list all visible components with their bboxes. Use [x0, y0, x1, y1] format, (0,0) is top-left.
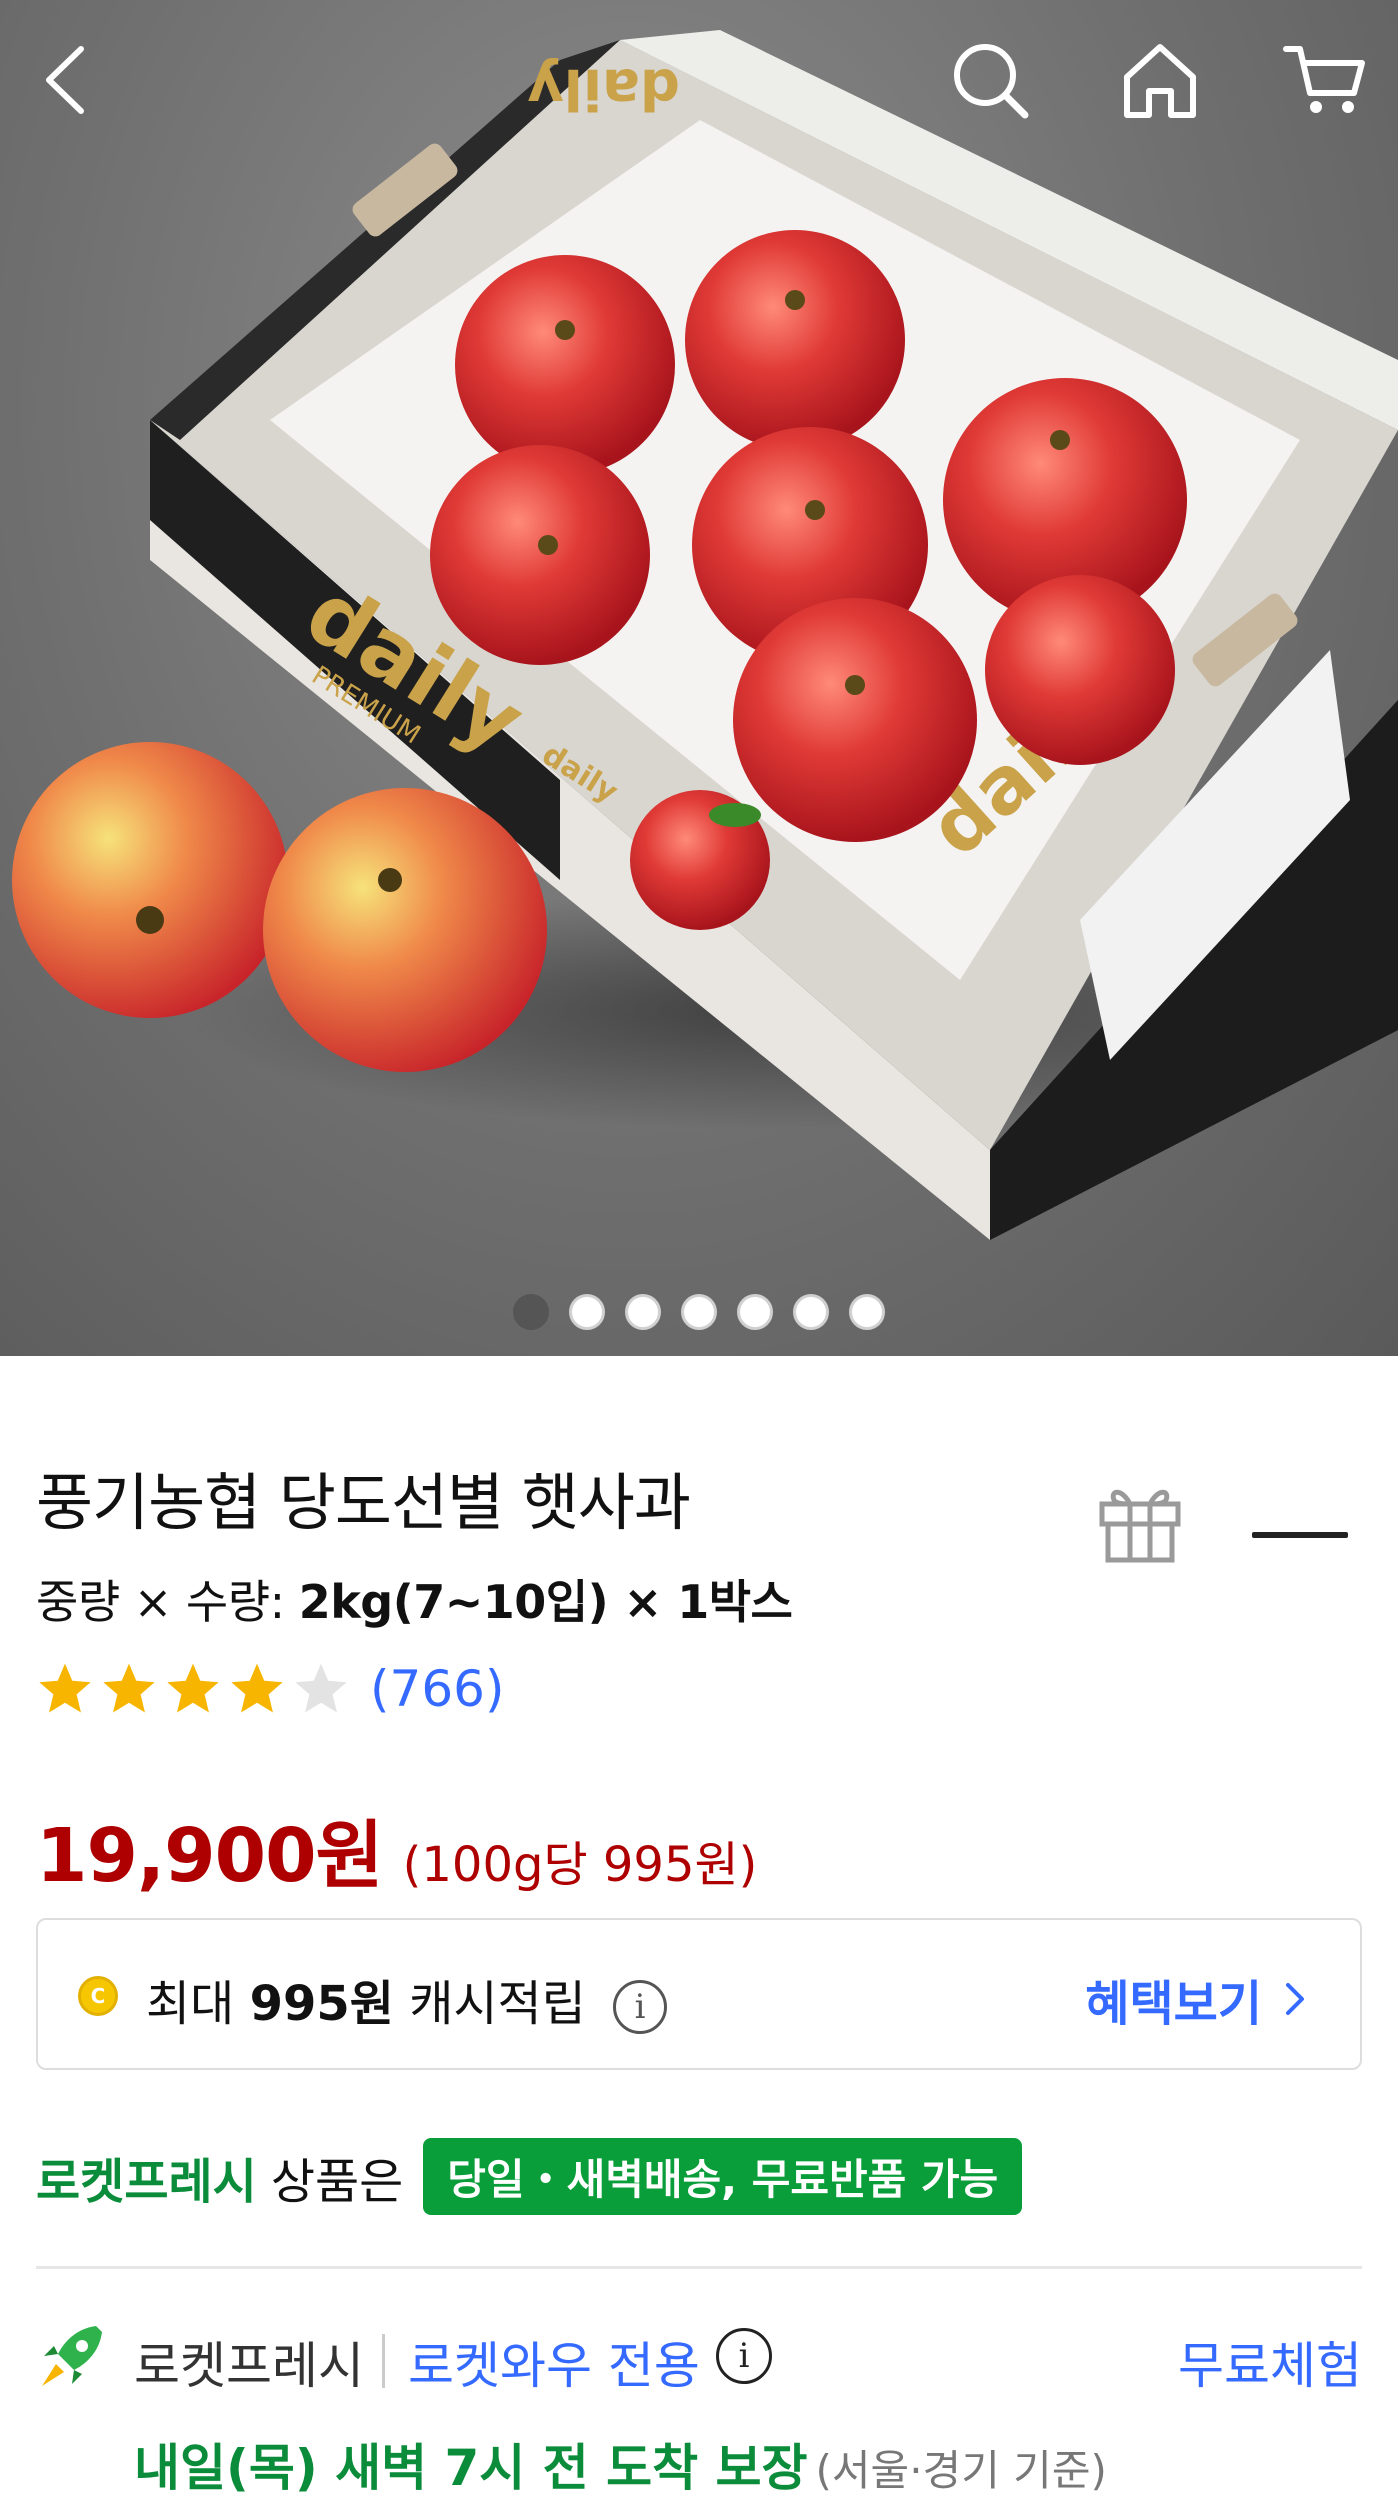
cashback-amount: 995원	[249, 1976, 394, 2032]
product-image-carousel[interactable]: daily daily PREMIUM daily daily	[0, 0, 1398, 1356]
gift-icon[interactable]	[1092, 1470, 1188, 1566]
weight-value: 2kg(7~10입) × 1박스	[298, 1575, 793, 1629]
delivery-badge: 당일・새벽배송, 무료반품 가능	[423, 2138, 1023, 2215]
back-button[interactable]	[18, 30, 118, 130]
price-block: 19,900원 (100g당 995원)	[36, 1796, 757, 1903]
delivery-row: 로켓프레시 로켓와우 전용 i 무료체험	[36, 2320, 1362, 2420]
review-count[interactable]: (766)	[370, 1660, 504, 1718]
sale-price: 19,900원	[36, 1813, 384, 1899]
cash-coin-icon: C	[78, 1976, 118, 2016]
view-benefits-label: 혜택보기	[1085, 1976, 1262, 2032]
cashback-suffix: 캐시적립	[393, 1976, 586, 2032]
carousel-dot[interactable]	[625, 1294, 661, 1330]
rocket-wow-label[interactable]: 로켓와우 전용	[408, 2326, 700, 2398]
cart-button[interactable]	[1275, 30, 1375, 130]
carousel-dot[interactable]	[737, 1294, 773, 1330]
cashback-box[interactable]: C 최대 995원 캐시적립 i 혜택보기	[36, 1918, 1362, 2070]
collapse-button[interactable]	[1252, 1532, 1348, 1538]
cart-icon	[1283, 46, 1365, 113]
carousel-dot[interactable]	[793, 1294, 829, 1330]
product-photo: daily daily PREMIUM daily daily	[12, 30, 1398, 1240]
view-benefits-link[interactable]: 혜택보기	[1085, 1964, 1312, 2034]
rocket-fresh-label: 로켓프레시	[134, 2337, 364, 2395]
rocket-fresh-notice: 로켓프레시 상품은 당일・새벽배송, 무료반품 가능	[36, 2138, 1023, 2215]
search-button[interactable]	[940, 30, 1040, 130]
carousel-dot[interactable]	[681, 1294, 717, 1330]
svg-text:daily: daily	[527, 56, 680, 121]
info-icon[interactable]: i	[716, 2328, 772, 2384]
weight-label: 중량 × 수량:	[36, 1575, 299, 1629]
divider	[36, 2266, 1362, 2269]
rocket-fresh-brand: 로켓프레시	[36, 2153, 257, 2210]
carousel-pagination	[0, 1294, 1398, 1330]
star-filled-icon	[39, 1663, 91, 1713]
free-trial-link[interactable]: 무료체험	[1178, 2326, 1362, 2398]
star-filled-icon	[231, 1663, 283, 1713]
info-icon[interactable]: i	[613, 1980, 668, 2034]
carousel-dot[interactable]	[569, 1294, 605, 1330]
search-icon	[954, 44, 1029, 119]
arrival-text: 내일(목) 새벽 7시 전 도착 보장	[134, 2439, 808, 2495]
star-filled-icon	[103, 1663, 155, 1713]
separator	[382, 2334, 385, 2388]
back-arrow-icon	[46, 46, 84, 114]
home-button[interactable]	[1110, 30, 1210, 130]
home-icon	[1124, 44, 1196, 118]
star-filled-icon	[167, 1663, 219, 1713]
rocket-fresh-mid: 상품은	[270, 2153, 404, 2210]
weight-quantity: 중량 × 수량: 2kg(7~10입) × 1박스	[36, 1566, 793, 1632]
rating[interactable]: (766)	[36, 1660, 504, 1718]
rocket-icon	[42, 2326, 102, 2386]
arrival-note: (서울·경기 기준)	[815, 2446, 1107, 2495]
chevron-right-icon	[1286, 1983, 1304, 2015]
arrival-guarantee: 내일(목) 새벽 7시 전 도착 보장 (서울·경기 기준)	[134, 2428, 1107, 2495]
carousel-dot[interactable]	[849, 1294, 885, 1330]
product-title: 풍기농협 당도선별 햇사과	[36, 1466, 691, 1539]
star-empty-icon	[295, 1663, 347, 1713]
cashback-prefix: 최대	[146, 1976, 250, 2032]
unit-price: (100g당 995원)	[402, 1837, 758, 1893]
carousel-dot[interactable]	[513, 1294, 549, 1330]
cashback-text: 최대 995원 캐시적립 i	[146, 1964, 668, 2034]
